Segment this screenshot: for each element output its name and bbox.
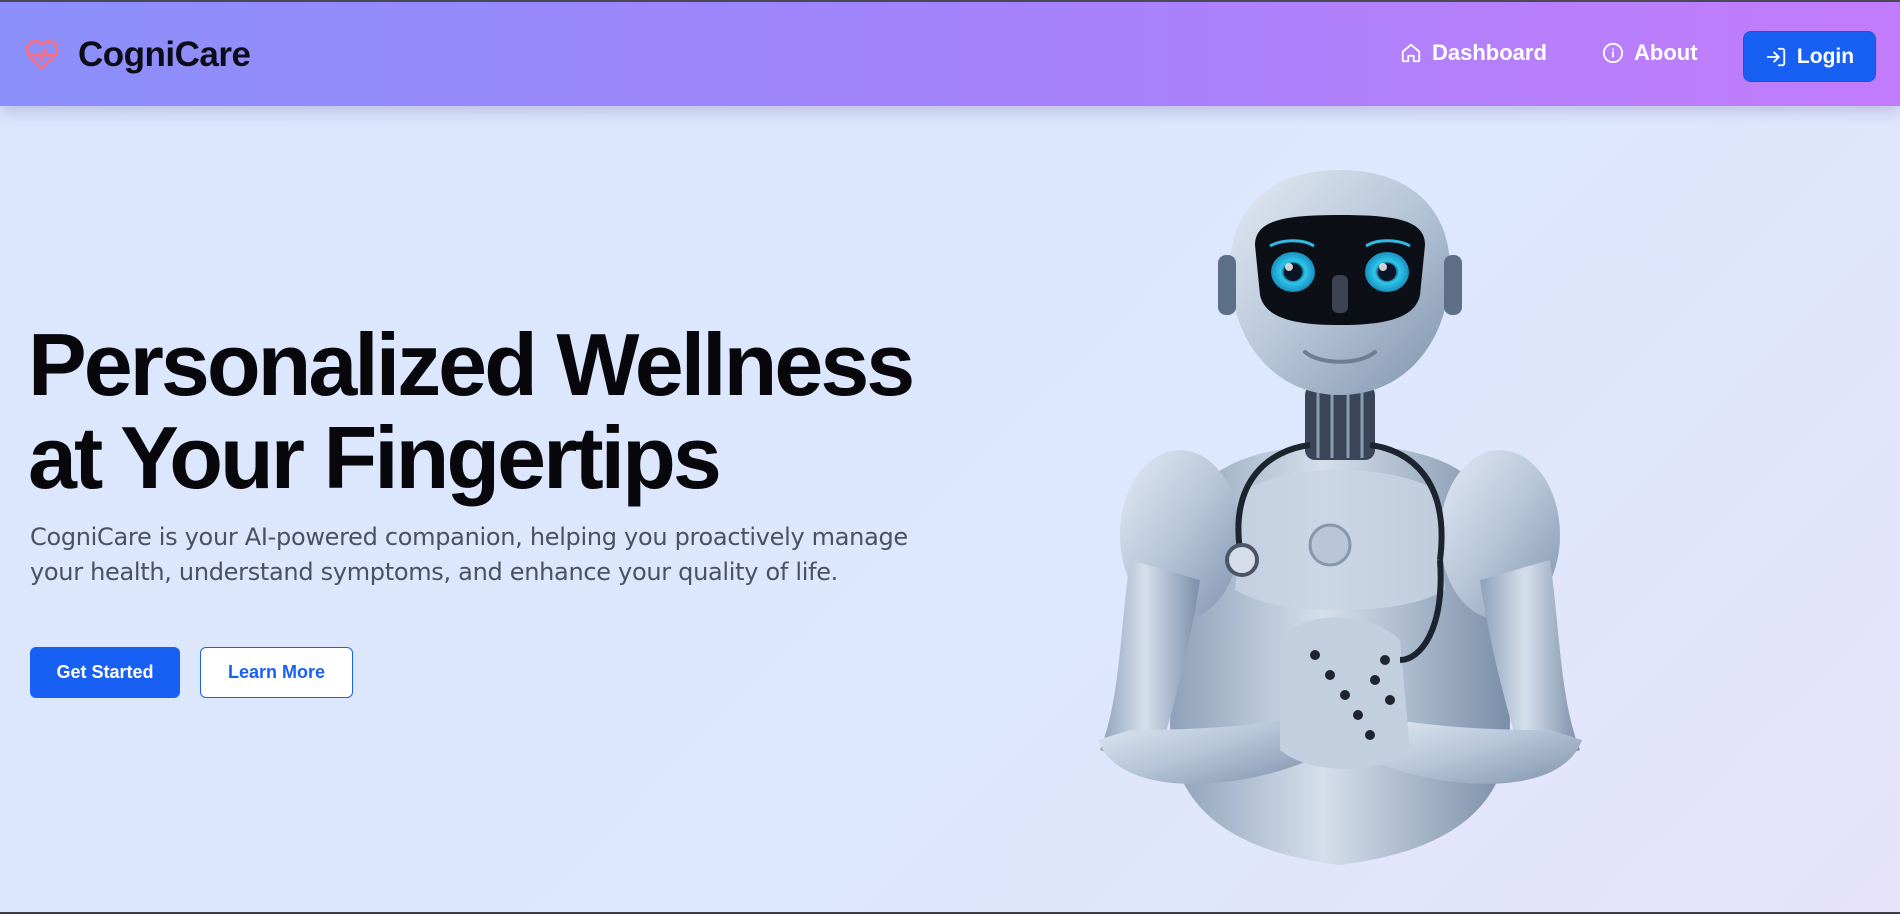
home-icon <box>1401 43 1421 63</box>
nav-dashboard-label: Dashboard <box>1432 40 1547 65</box>
brand-name: CogniCare <box>78 35 251 74</box>
login-button[interactable]: Login <box>1743 31 1876 82</box>
login-label: Login <box>1796 44 1855 68</box>
info-icon <box>1602 42 1624 64</box>
hero-title-line-2: at Your Fingertips <box>28 408 722 507</box>
get-started-button[interactable]: Get Started <box>30 647 180 698</box>
nav-about[interactable]: About <box>1602 40 1698 66</box>
hero-title: Personalized Wellness at Your Fingertips <box>28 318 928 504</box>
nav-dashboard[interactable]: Dashboard <box>1400 40 1547 66</box>
login-icon <box>1766 47 1786 66</box>
hero-subtitle: CogniCare is your AI-powered companion, … <box>30 523 908 586</box>
nav-about-label: About <box>1634 40 1698 65</box>
robot-doctor-illustration <box>1098 170 1582 865</box>
navbar: CogniCare Dashboard About Login <box>0 2 1900 106</box>
brand[interactable]: CogniCare <box>24 35 251 75</box>
heart-pulse-icon <box>25 40 59 70</box>
learn-more-button[interactable]: Learn More <box>200 647 353 698</box>
hero-title-line-1: Personalized Wellness <box>28 315 915 414</box>
